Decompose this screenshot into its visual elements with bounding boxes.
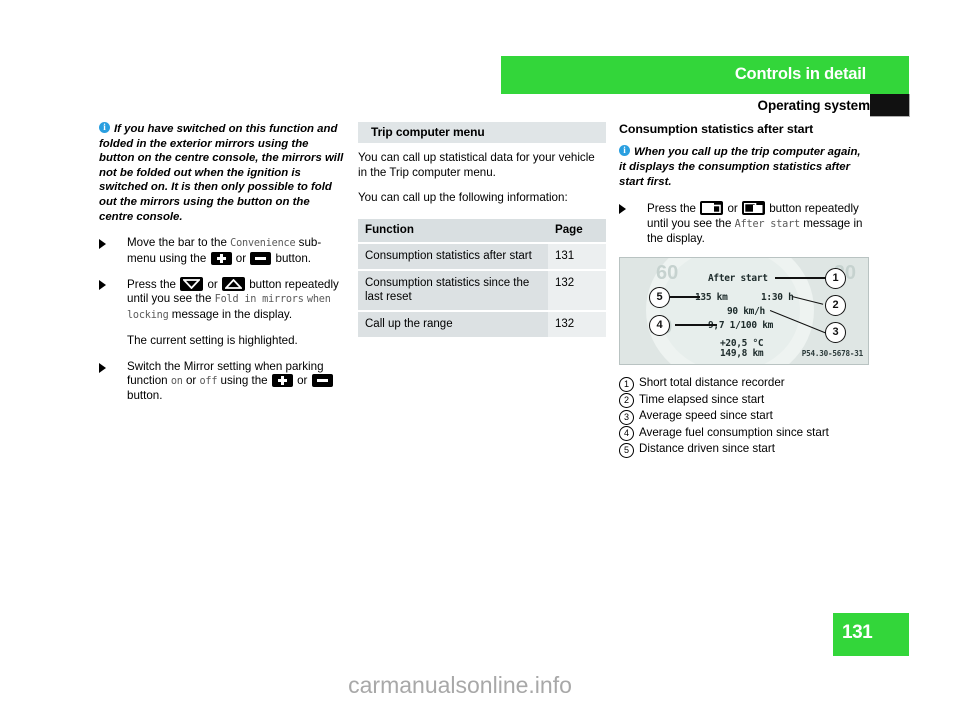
step-press-screen-buttons: Press the or button repeatedly until you… bbox=[619, 201, 869, 246]
paragraph-2: You can call up the following informatio… bbox=[358, 191, 568, 205]
screen-previous-button-icon[interactable] bbox=[700, 201, 724, 216]
table-row: Consumption statistics since the last re… bbox=[358, 271, 606, 311]
cell-page: 132 bbox=[548, 271, 606, 311]
note-current-setting: The current setting is highlighted. bbox=[127, 334, 298, 348]
callout-1: 1 bbox=[825, 268, 846, 290]
banner-title: Controls in detail bbox=[734, 65, 866, 83]
header-green-banner: Controls in detail bbox=[501, 56, 909, 94]
menu-name-convenience: Convenience bbox=[230, 238, 296, 250]
legend-number: 3 bbox=[619, 409, 634, 425]
leader-line-5 bbox=[670, 296, 700, 298]
callout-3: 3 bbox=[825, 322, 846, 344]
illustration-part-number: P54.30-5678-31 bbox=[801, 349, 863, 358]
section-title-trip-computer-menu: Trip computer menu bbox=[358, 122, 606, 144]
value-on: on bbox=[170, 376, 183, 387]
triangle-bullet-icon bbox=[99, 362, 106, 373]
cell-function: Consumption statistics after start bbox=[358, 244, 548, 270]
illustration-legend: 1 Short total distance recorder 2 Time e… bbox=[619, 375, 869, 458]
table-row: Consumption statistics after start 131 bbox=[358, 244, 606, 270]
triangle-bullet-icon bbox=[99, 239, 106, 250]
table-row: Call up the range 132 bbox=[358, 312, 606, 338]
step2-text-part1: Press the bbox=[127, 277, 176, 291]
minus-button-icon[interactable] bbox=[311, 374, 333, 387]
triangle-bullet-icon bbox=[99, 279, 106, 290]
step-move-bar: Move the bar to the Convenience sub-menu… bbox=[99, 236, 347, 266]
table-header-row: Function Page bbox=[358, 218, 606, 243]
display-title: After start bbox=[708, 273, 768, 285]
right-column: Consumption statistics after start When … bbox=[619, 122, 869, 458]
cell-page: 132 bbox=[548, 312, 606, 338]
info-note-text: When you call up the trip computer again… bbox=[619, 146, 861, 188]
info-note-text: If you have switched on this function an… bbox=[99, 123, 344, 223]
triangle-bullet-icon bbox=[619, 204, 626, 215]
display-speed: 90 km/h bbox=[727, 306, 765, 318]
info-note-trip-computer: When you call up the trip computer again… bbox=[619, 144, 869, 189]
callout-2: 2 bbox=[825, 295, 846, 317]
display-odometer: 149,8 km bbox=[720, 348, 764, 360]
legend-number: 2 bbox=[619, 393, 634, 409]
step-or-1: or bbox=[235, 251, 247, 265]
page-number: 131 bbox=[842, 622, 873, 643]
step3-text-part3: button. bbox=[127, 389, 163, 403]
display-distance: 135 km bbox=[695, 292, 728, 304]
cell-function: Consumption statistics since the last re… bbox=[358, 271, 548, 311]
legend-number: 4 bbox=[619, 426, 634, 442]
legend-label: Distance driven since start bbox=[639, 442, 775, 456]
info-icon bbox=[619, 144, 630, 157]
dial-label-60: 60 bbox=[656, 262, 679, 285]
legend-item: 3 Average speed since start bbox=[619, 408, 869, 425]
legend-item: 4 Average fuel consumption since start bbox=[619, 425, 869, 442]
legend-label: Average speed since start bbox=[639, 409, 773, 423]
legend-item: 2 Time elapsed since start bbox=[619, 392, 869, 409]
legend-number: 1 bbox=[619, 376, 634, 392]
display-consumption: 9,7 1/100 km bbox=[708, 320, 774, 332]
step-press-arrows: Press the or button repeatedly until you… bbox=[99, 276, 347, 323]
legend-item: 5 Distance driven since start bbox=[619, 441, 869, 458]
step3-text-part2: using the bbox=[220, 374, 268, 387]
arrow-up-button-icon[interactable] bbox=[222, 276, 245, 291]
display-time: 1:30 h bbox=[761, 292, 794, 304]
value-off: off bbox=[199, 376, 218, 387]
rstep-or: or bbox=[727, 202, 738, 216]
paragraph-1: You can call up statistical data for you… bbox=[358, 151, 595, 179]
minus-button-icon[interactable] bbox=[250, 251, 272, 265]
legend-item: 1 Short total distance recorder bbox=[619, 375, 869, 392]
legend-label: Time elapsed since start bbox=[639, 392, 765, 406]
middle-column: Trip computer menu You can call up stati… bbox=[358, 122, 606, 339]
cell-function: Call up the range bbox=[358, 312, 548, 338]
step-switch-mirror-setting: Switch the Mirror setting when parking f… bbox=[99, 360, 347, 404]
arrow-down-button-icon[interactable] bbox=[180, 276, 204, 291]
step2-or: or bbox=[207, 277, 218, 291]
legend-label: Short total distance recorder bbox=[639, 376, 785, 390]
leader-line-4 bbox=[675, 324, 717, 326]
trip-computer-illustration: 60 20 20 After start 135 km 1:30 h 90 km… bbox=[619, 257, 869, 366]
column-header-function: Function bbox=[358, 218, 548, 243]
step2-text-part3: message in the display. bbox=[171, 307, 293, 321]
legend-label: Average fuel consumption since start bbox=[639, 425, 829, 439]
left-column: If you have switched on this function an… bbox=[99, 121, 347, 415]
rstep-text-part1: Press the bbox=[647, 202, 696, 216]
page-subtitle: Operating system bbox=[757, 98, 871, 113]
display-message-after-start: After start bbox=[734, 218, 800, 230]
plus-button-icon[interactable] bbox=[271, 374, 293, 387]
step-text-part3: button. bbox=[275, 251, 311, 265]
step-text-part1: Move the bar to the bbox=[127, 236, 227, 250]
leader-line-1 bbox=[775, 277, 827, 279]
step3-or-2: or bbox=[297, 374, 308, 387]
legend-number: 5 bbox=[619, 442, 634, 458]
watermark: carmanualsonline.info bbox=[348, 672, 572, 698]
info-note-mirrors: If you have switched on this function an… bbox=[99, 121, 347, 224]
cell-page: 131 bbox=[548, 244, 606, 270]
section-tab-marker bbox=[870, 94, 910, 117]
screen-next-button-icon[interactable] bbox=[742, 201, 765, 216]
plus-button-icon[interactable] bbox=[210, 251, 232, 265]
page-number-badge: 131 bbox=[833, 613, 909, 656]
display-message-fold-in-mirrors-1: Fold in mirrors bbox=[214, 294, 304, 306]
info-icon bbox=[99, 121, 110, 133]
function-page-table: Function Page Consumption statistics aft… bbox=[358, 217, 606, 339]
heading-consumption-statistics: Consumption statistics after start bbox=[619, 122, 814, 136]
column-header-page: Page bbox=[548, 218, 606, 243]
step3-or-1: or bbox=[185, 374, 197, 387]
